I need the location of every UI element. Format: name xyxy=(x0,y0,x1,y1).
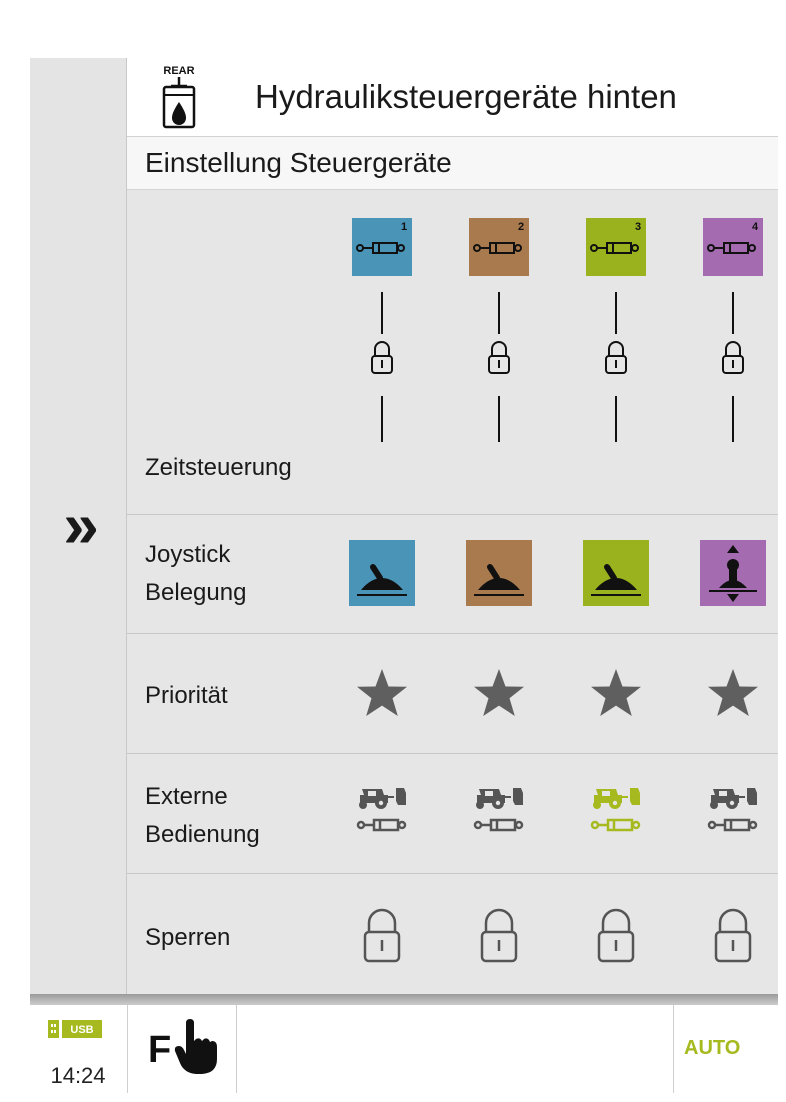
main-panel: REAR Hydrauliksteuergeräte hinten Einste… xyxy=(127,58,778,1002)
joystick-assignment-2[interactable] xyxy=(466,540,532,606)
bottom-divider xyxy=(30,994,778,1004)
valve-number: 1 xyxy=(401,221,407,233)
lock-icon-3[interactable] xyxy=(597,906,635,964)
timeline-lock-3[interactable] xyxy=(602,292,630,447)
external-operation-3[interactable] xyxy=(582,783,652,843)
lock-icon-1[interactable] xyxy=(363,906,401,964)
priority-star-icon-4[interactable] xyxy=(706,667,760,719)
auto-label: AUTO xyxy=(684,1037,741,1059)
rear-hydraulic-icon: REAR xyxy=(162,65,196,129)
section-header: Einstellung Steuergeräte xyxy=(127,137,778,190)
joystick-assignment-3[interactable] xyxy=(583,540,649,606)
timeline-lock-2[interactable] xyxy=(485,292,513,447)
row-label-line: Externe xyxy=(145,783,228,810)
valve-number: 3 xyxy=(635,221,641,233)
row-divider xyxy=(127,633,778,634)
priority-star-icon-2[interactable] xyxy=(472,667,526,719)
valve-tile-2[interactable]: 2 xyxy=(469,218,529,276)
timeline-lock-4[interactable] xyxy=(719,292,747,447)
valve-number: 4 xyxy=(752,221,759,233)
row-divider xyxy=(127,753,778,754)
valve-tile-4[interactable]: 4 xyxy=(703,218,763,276)
usb-icon: USB xyxy=(48,1020,102,1038)
usb-label: USB xyxy=(70,1024,93,1036)
timeline-lock-1[interactable] xyxy=(368,292,396,447)
function-key-button[interactable]: F xyxy=(127,1005,237,1093)
double-chevron-right-icon[interactable]: » xyxy=(30,489,126,561)
status-bar: USB 14:24 F AUTO xyxy=(30,1004,778,1093)
valve-tile-3[interactable]: 3 xyxy=(586,218,646,276)
row-label-externe: Externe Bedienung xyxy=(145,778,260,854)
external-operation-1[interactable] xyxy=(348,783,418,843)
external-operation-4[interactable] xyxy=(699,783,769,843)
row-label-line: Joystick xyxy=(145,541,231,568)
row-label-sperren: Sperren xyxy=(145,924,231,951)
priority-star-icon-3[interactable] xyxy=(589,667,643,719)
clock: 14:24 xyxy=(50,1063,106,1088)
hand-pointer-icon xyxy=(174,1019,217,1074)
screen-edge xyxy=(778,0,786,1102)
joystick-assignment-4[interactable] xyxy=(700,540,766,606)
row-label-joystick: Joystick Belegung xyxy=(145,536,246,612)
row-divider xyxy=(127,514,778,515)
row-label-line: Belegung xyxy=(145,579,247,606)
row-label-prioritaet: Priorität xyxy=(145,682,228,709)
row-label-zeitsteuerung: Zeitsteuerung xyxy=(145,454,292,481)
lock-icon-2[interactable] xyxy=(480,906,518,964)
function-key-label: F xyxy=(148,1029,172,1071)
joystick-assignment-1[interactable] xyxy=(349,540,415,606)
priority-star-icon-1[interactable] xyxy=(355,667,409,719)
row-divider xyxy=(127,873,778,874)
valve-number: 2 xyxy=(518,221,524,233)
lock-icon-4[interactable] xyxy=(714,906,752,964)
auto-indicator[interactable]: AUTO xyxy=(673,1005,779,1093)
valve-tile-1[interactable]: 1 xyxy=(352,218,412,276)
page-title: Hydrauliksteuergeräte hinten xyxy=(255,78,677,115)
page-header: REAR Hydrauliksteuergeräte hinten xyxy=(127,58,778,137)
rear-badge: REAR xyxy=(163,65,194,77)
external-operation-2[interactable] xyxy=(465,783,535,843)
section-title: Einstellung Steuergeräte xyxy=(145,147,452,178)
row-label-line: Bedienung xyxy=(145,821,260,848)
